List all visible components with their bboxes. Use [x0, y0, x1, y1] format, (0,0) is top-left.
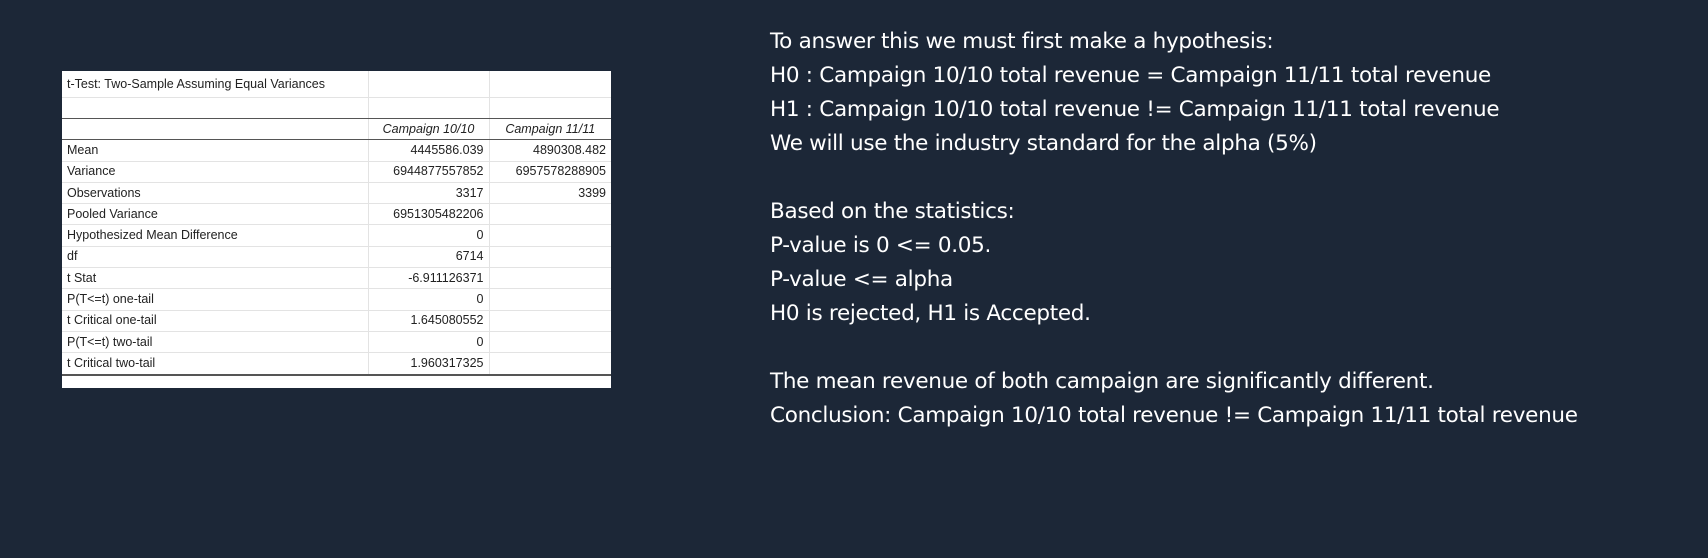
table-row: Observations 3317 3399: [62, 182, 611, 205]
row-label: Variance: [62, 161, 369, 183]
row-value-campaign-1010: 1.645080552: [368, 310, 490, 332]
row-value-campaign-1111: [489, 310, 611, 332]
stats-intro: Based on the statistics:: [770, 199, 1015, 224]
row-value-campaign-1010: 6714: [368, 246, 490, 269]
table-row: df 6714: [62, 246, 611, 269]
row-label: t Critical two-tail: [62, 352, 369, 376]
pvalue-statement: P-value is 0 <= 0.05.: [770, 233, 992, 258]
table-header-row: Campaign 10/10 Campaign 11/11: [62, 118, 611, 141]
row-value-campaign-1010: 6951305482206: [368, 203, 490, 226]
mean-difference-statement: The mean revenue of both campaign are si…: [770, 369, 1434, 394]
row-value-campaign-1010: 1.960317325: [368, 352, 490, 376]
row-value-campaign-1111: 4890308.482: [489, 139, 611, 162]
table-row: t Critical one-tail 1.645080552: [62, 310, 611, 332]
table-row: Variance 6944877557852 6957578288905: [62, 161, 611, 183]
pvalue-alpha-statement: P-value <= alpha: [770, 267, 953, 292]
row-value-campaign-1111: [489, 224, 611, 247]
row-label: Mean: [62, 139, 369, 162]
row-value-campaign-1010: 3317: [368, 182, 490, 205]
table-row: t Critical two-tail 1.960317325: [62, 352, 611, 376]
result-statement: H0 is rejected, H1 is Accepted.: [770, 301, 1091, 326]
table-row: Pooled Variance 6951305482206: [62, 203, 611, 226]
col-header-campaign-1010: Campaign 10/10: [368, 118, 490, 141]
row-value-campaign-1010: 0: [368, 224, 490, 247]
row-value-campaign-1010: 0: [368, 331, 490, 354]
ttest-table: t-Test: Two-Sample Assuming Equal Varian…: [62, 71, 611, 388]
col-header-campaign-1111: Campaign 11/11: [489, 118, 611, 141]
row-value-campaign-1111: [489, 288, 611, 311]
table-row: t Stat -6.911126371: [62, 267, 611, 290]
table-title: t-Test: Two-Sample Assuming Equal Varian…: [62, 71, 369, 98]
table-row: Mean 4445586.039 4890308.482: [62, 139, 611, 162]
row-value-campaign-1111: [489, 331, 611, 354]
row-value-campaign-1010: 6944877557852: [368, 161, 490, 183]
row-value-campaign-1010: 0: [368, 288, 490, 311]
row-value-campaign-1111: [489, 352, 611, 376]
table-row: Hypothesized Mean Difference 0: [62, 224, 611, 247]
table-row: P(T<=t) two-tail 0: [62, 331, 611, 354]
analysis-text: To answer this we must first make a hypo…: [770, 25, 1690, 433]
table-title-row: t-Test: Two-Sample Assuming Equal Varian…: [62, 71, 611, 98]
alpha-statement: We will use the industry standard for th…: [770, 131, 1317, 156]
row-label: P(T<=t) one-tail: [62, 288, 369, 311]
row-value-campaign-1111: [489, 203, 611, 226]
row-value-campaign-1111: [489, 246, 611, 269]
conclusion-statement: Conclusion: Campaign 10/10 total revenue…: [770, 403, 1578, 428]
row-label: Hypothesized Mean Difference: [62, 224, 369, 247]
table-row: P(T<=t) one-tail 0: [62, 288, 611, 311]
row-label: t Stat: [62, 267, 369, 290]
row-value-campaign-1111: [489, 267, 611, 290]
ttest-grid: t-Test: Two-Sample Assuming Equal Varian…: [62, 71, 611, 376]
row-label: Pooled Variance: [62, 203, 369, 226]
row-value-campaign-1010: 4445586.039: [368, 139, 490, 162]
row-label: Observations: [62, 182, 369, 205]
row-value-campaign-1111: 6957578288905: [489, 161, 611, 183]
row-label: t Critical one-tail: [62, 310, 369, 332]
table-blank-row: [62, 97, 611, 119]
row-value-campaign-1111: 3399: [489, 182, 611, 205]
alt-hypothesis: H1 : Campaign 10/10 total revenue != Cam…: [770, 97, 1500, 122]
hypothesis-intro: To answer this we must first make a hypo…: [770, 29, 1274, 54]
row-value-campaign-1010: -6.911126371: [368, 267, 490, 290]
null-hypothesis: H0 : Campaign 10/10 total revenue = Camp…: [770, 63, 1491, 88]
row-label: df: [62, 246, 369, 269]
row-label: P(T<=t) two-tail: [62, 331, 369, 354]
